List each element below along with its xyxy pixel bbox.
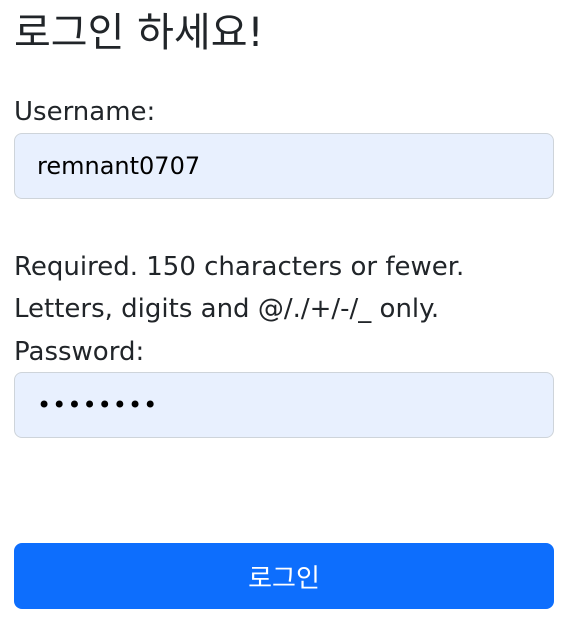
login-button[interactable]: 로그인: [14, 543, 554, 609]
username-help-text: Required. 150 characters or fewer. Lette…: [14, 246, 559, 330]
password-label: Password:: [14, 337, 145, 367]
page-title: 로그인 하세요!: [14, 10, 264, 56]
help-text-line: Letters, digits and @/./+/-/_ only.: [14, 294, 440, 324]
username-label: Username:: [14, 97, 156, 127]
help-text-line: Required. 150 characters or fewer.: [14, 252, 465, 282]
username-field[interactable]: [14, 133, 554, 199]
password-field[interactable]: [14, 372, 554, 438]
login-page: 로그인 하세요! Username: Required. 150 charact…: [0, 0, 572, 636]
